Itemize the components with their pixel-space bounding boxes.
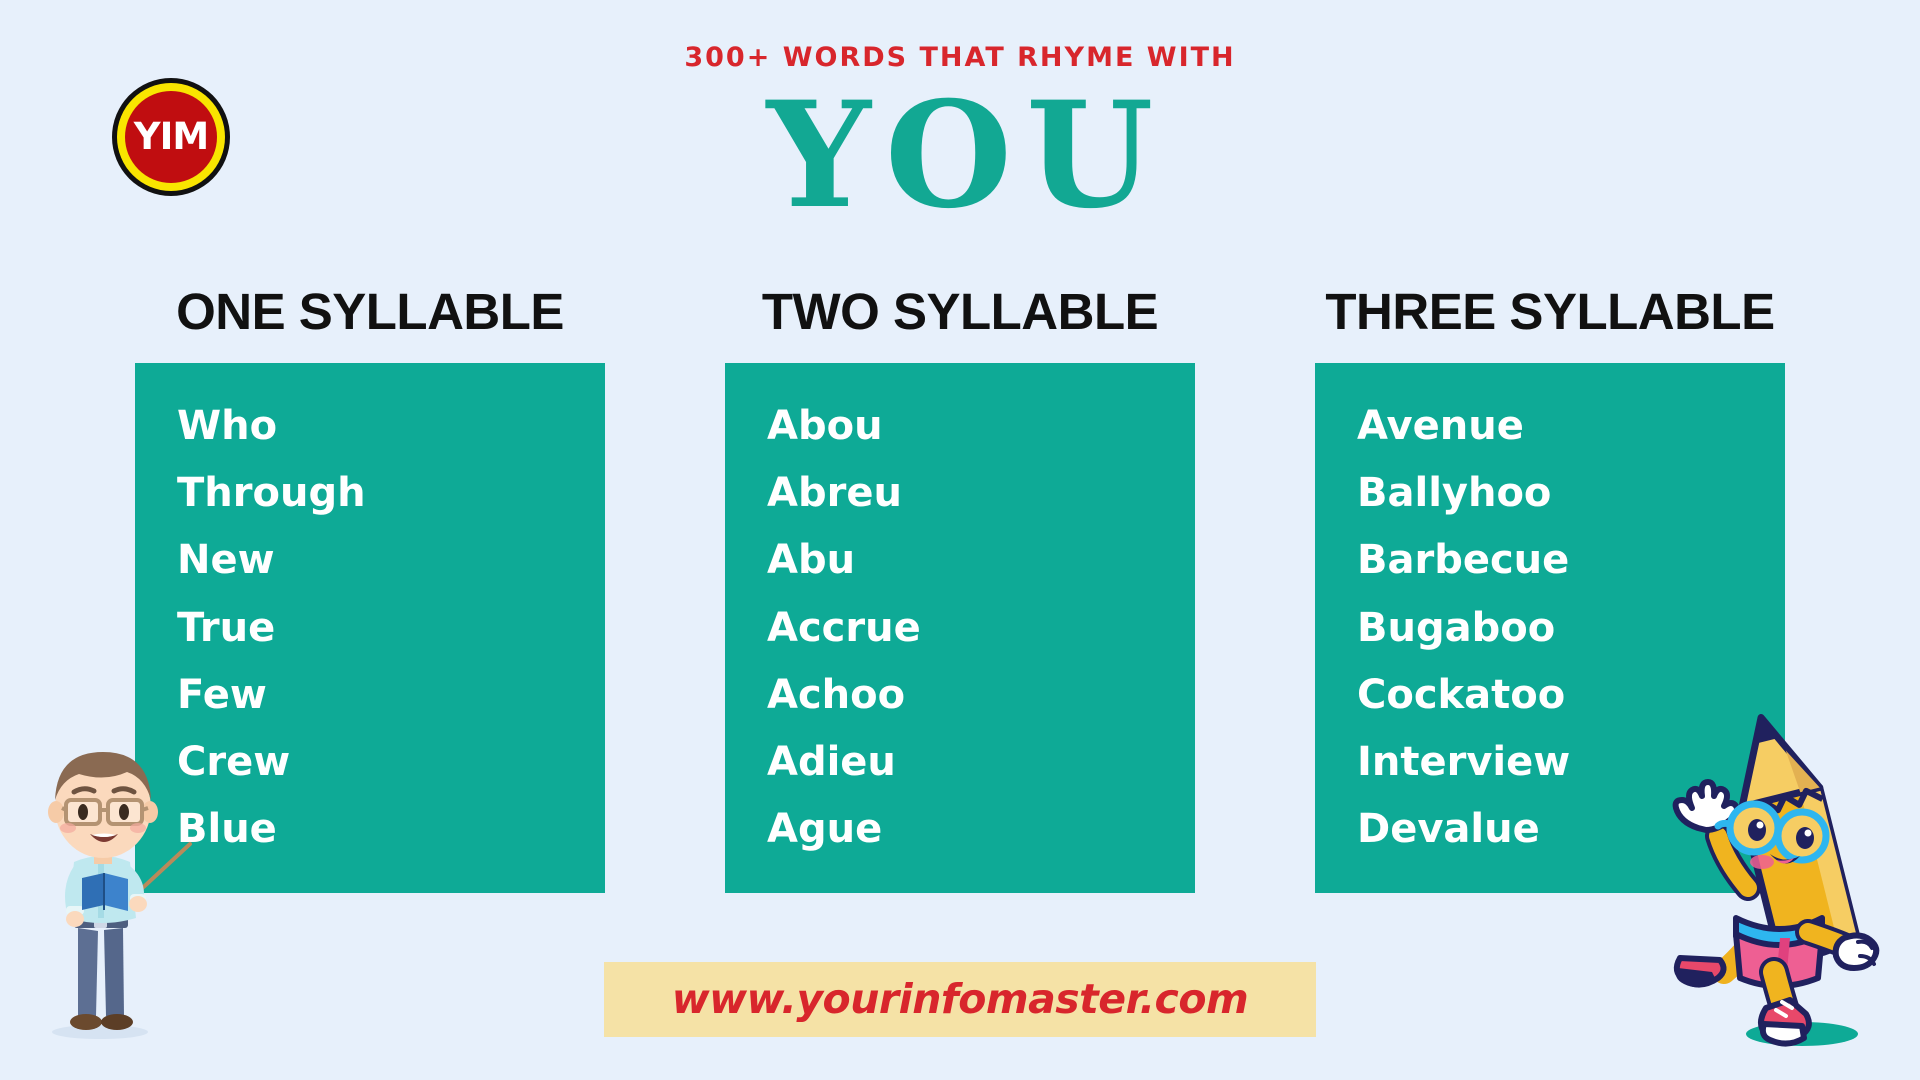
column-heading: ONE SYLLABLE <box>176 283 564 340</box>
word-list-box: Who Through New True Few Crew Blue <box>135 363 605 893</box>
header: 300+ WORDS THAT RHYME WITH YOU <box>0 44 1920 235</box>
word-item: Abreu <box>767 470 902 517</box>
word-item: True <box>177 604 276 651</box>
word-item: Abou <box>767 403 883 449</box>
website-url-text: www.yourinfomaster.com <box>671 975 1249 1023</box>
column-two-syllable: TWO SYLLABLE Abou Abreu Abu Accrue Achoo… <box>725 286 1195 893</box>
word-item: Ballyhoo <box>1357 470 1552 517</box>
word-item: Avenue <box>1357 403 1524 449</box>
word-item: Bugaboo <box>1357 604 1556 651</box>
column-heading: TWO SYLLABLE <box>761 283 1159 340</box>
word-item: Crew <box>177 738 291 785</box>
word-item: Accrue <box>767 604 921 651</box>
syllable-columns: ONE SYLLABLE Who Through New True Few Cr… <box>0 286 1920 893</box>
word-item: Barbecue <box>1357 537 1570 584</box>
word-item: Abu <box>767 537 856 584</box>
pointer-stick <box>134 842 192 896</box>
word-list-box: Abou Abreu Abu Accrue Achoo Adieu Ague <box>725 363 1195 893</box>
column-heading: THREE SYLLABLE <box>1325 283 1775 340</box>
pointing-hand <box>1832 932 1880 971</box>
column-one-syllable: ONE SYLLABLE Who Through New True Few Cr… <box>135 286 605 893</box>
word-item: Adieu <box>767 738 896 785</box>
word-item: Who <box>177 403 278 449</box>
word-item: New <box>177 537 275 584</box>
pencil-character-illustration <box>1662 700 1912 1050</box>
website-url-banner[interactable]: www.yourinfomaster.com <box>604 962 1316 1037</box>
word-item: Achoo <box>767 671 906 718</box>
word-item: Blue <box>177 806 277 853</box>
front-shoe <box>1758 997 1812 1047</box>
word-item: Ague <box>767 806 883 853</box>
book <box>82 873 128 911</box>
teacher-character-illustration <box>18 716 193 1046</box>
page-title: YOU <box>766 70 1168 241</box>
word-item: Few <box>177 671 267 718</box>
header-kicker: 300+ WORDS THAT RHYME WITH <box>684 42 1236 73</box>
word-item: Through <box>177 470 366 517</box>
